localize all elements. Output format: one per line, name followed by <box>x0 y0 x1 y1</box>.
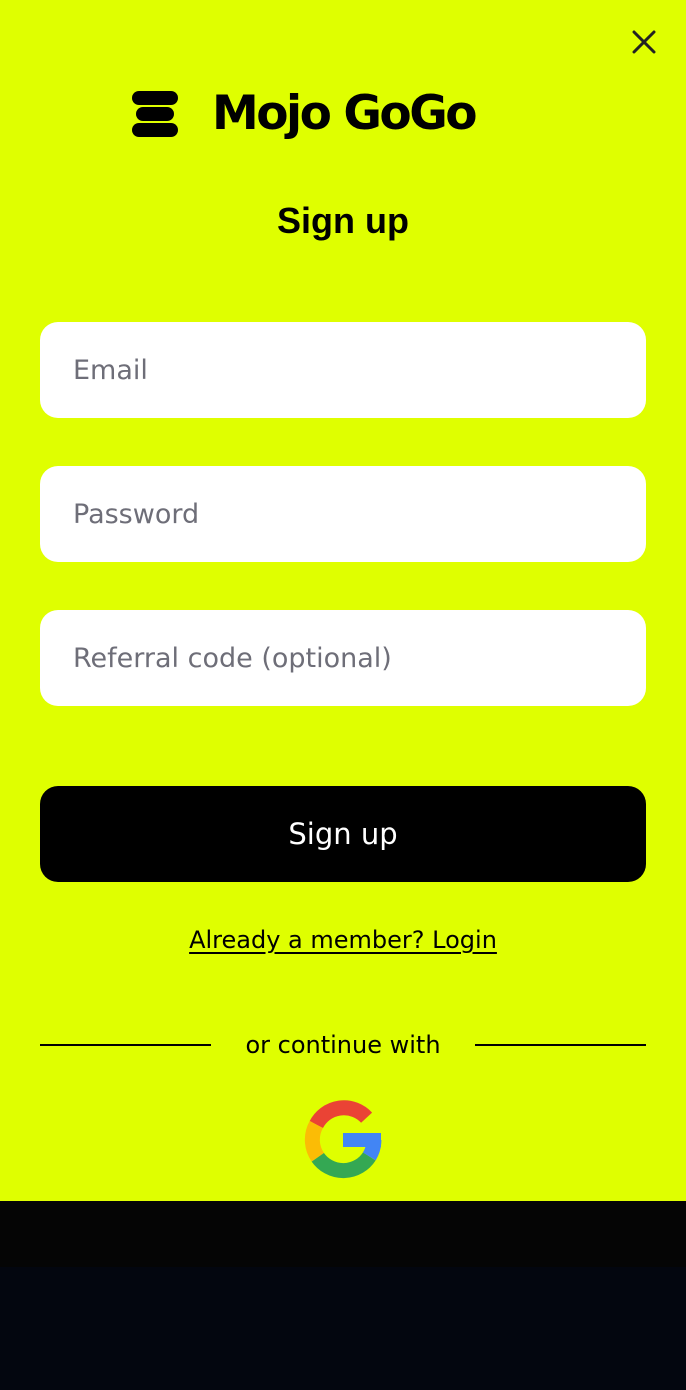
google-login-button[interactable] <box>303 1100 383 1180</box>
password-field[interactable] <box>73 498 646 530</box>
mojo-logo-icon <box>132 91 178 137</box>
close-button[interactable] <box>626 24 662 60</box>
google-icon <box>304 1100 382 1179</box>
brand-logo: Mojo GoGo <box>130 86 478 141</box>
referral-field-container <box>40 610 646 706</box>
signup-modal: Mojo GoGo Sign up Sign up Already a memb… <box>0 0 686 1201</box>
close-icon <box>632 30 656 54</box>
password-field-container <box>40 466 646 562</box>
email-field-container <box>40 322 646 418</box>
login-link[interactable]: Already a member? Login <box>189 926 497 954</box>
signup-button[interactable]: Sign up <box>40 786 646 882</box>
referral-code-field[interactable] <box>73 642 646 674</box>
login-link-container: Already a member? Login <box>0 926 686 954</box>
brand-name: Mojo GoGo <box>212 86 478 141</box>
bottom-bar <box>0 1201 686 1267</box>
page-title: Sign up <box>277 200 409 241</box>
divider-right <box>475 1044 646 1046</box>
email-field[interactable] <box>73 354 646 386</box>
